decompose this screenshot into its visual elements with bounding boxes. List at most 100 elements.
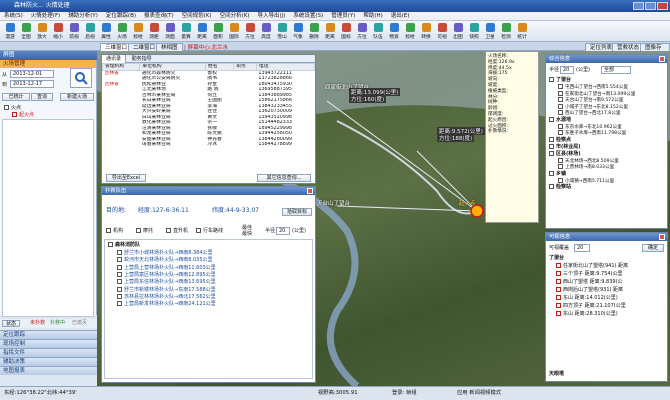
nav-group[interactable]: 了望台 (549, 77, 571, 83)
stats-button[interactable]: 已统计 (2, 93, 30, 101)
nav-group[interactable]: 检察点 (549, 136, 571, 143)
menu-item[interactable]: 报表查询(T) (140, 12, 178, 21)
toolbar-button[interactable]: 属性 (98, 21, 114, 42)
rescue-item[interactable]: 上营局富区林场扑火队→西南12.895公里 (117, 271, 216, 278)
toolbar-button[interactable]: 删除 (306, 21, 322, 42)
item-checkbox[interactable] (558, 164, 563, 169)
left-nav-item[interactable]: 定位跟踪 (0, 330, 97, 339)
menu-item[interactable]: 帮助(H) (359, 12, 386, 21)
rescue-filter[interactable]: 摩托 (136, 228, 153, 234)
menu-item[interactable]: 管理员(Y) (327, 12, 359, 21)
nav-group[interactable]: 水源地 (549, 116, 571, 123)
resource-item[interactable]: 东山 距离:28.310(公里) (556, 311, 618, 317)
status-button[interactable]: 状态 (2, 320, 20, 327)
toolbar-button[interactable]: 检测 (498, 21, 514, 42)
tree-root[interactable]: 火点 (4, 105, 21, 111)
toolbar-button[interactable]: 队伍 (370, 21, 386, 42)
resource-item[interactable]: 任家街北山了望塔(941) 距离 (556, 263, 628, 269)
other-info-button[interactable]: 其它信息查询... (257, 174, 311, 182)
rescue-item[interactable]: 上营局东信林场扑火队→西南13.695公里 (117, 279, 216, 285)
item-checkbox[interactable] (117, 257, 122, 263)
toolbar-button[interactable]: 雪山 (274, 21, 290, 42)
search-button[interactable] (70, 68, 92, 88)
toolbar-button[interactable]: 方位 (354, 21, 370, 42)
toolbar-button[interactable]: 测面 (162, 21, 178, 42)
close-icon[interactable] (307, 188, 313, 194)
tab-duty[interactable]: 勤务指导 (128, 55, 156, 63)
toolbar-button[interactable]: 标绘 (402, 21, 418, 42)
toolbar-button[interactable]: 国际 (226, 21, 242, 42)
group-checkbox[interactable] (549, 143, 554, 149)
group-checkbox[interactable] (549, 150, 554, 156)
toolbar-button[interactable]: 火场 (114, 21, 130, 42)
rescue-item[interactable]: 上营局新发林场扑火队→西南24.121公里 (117, 301, 216, 307)
item-checkbox[interactable] (556, 263, 561, 268)
toolbar-button[interactable]: 后视 (82, 21, 98, 42)
new-fire-button[interactable]: 新建火场 (60, 93, 94, 101)
left-nav-item[interactable]: 辅助决策 (0, 357, 97, 366)
close-icon[interactable] (659, 234, 665, 240)
menu-item[interactable]: 火情处理(F) (27, 12, 64, 21)
option-fast[interactable]: 最快 (242, 231, 252, 237)
tree-child[interactable]: 起火点 (12, 112, 34, 118)
nav-item[interactable]: 上营林场→南8.033公里 (558, 164, 614, 171)
toolbar-button[interactable]: 距离 (322, 21, 338, 42)
rescue-item[interactable]: 上营局上营林场扑火队→西南11.603公里 (117, 264, 216, 271)
toolbar-button[interactable]: 方位 (242, 21, 258, 42)
filter-checkbox[interactable] (196, 228, 201, 233)
item-checkbox[interactable] (558, 130, 563, 135)
toolbar-button[interactable]: 标绘 (130, 21, 146, 42)
close-button[interactable] (657, 2, 668, 10)
toolbar-button[interactable]: 出图 (450, 21, 466, 42)
left-nav-item[interactable]: 现场控制 (0, 339, 97, 348)
resource-item[interactable]: 西山了望塔 距离:9.839(公 (556, 279, 623, 285)
toolbar-button[interactable]: 漫游 (2, 21, 18, 42)
rescue-filter[interactable]: 行车路线 (196, 228, 223, 234)
toolbar-button[interactable]: 放大 (34, 21, 50, 42)
item-checkbox[interactable] (558, 90, 563, 96)
rescue-filter[interactable]: 机构 (106, 228, 123, 234)
menu-item[interactable]: 空间规划(K) (178, 12, 216, 21)
query-button[interactable]: 查询 (31, 93, 53, 101)
close-icon[interactable] (659, 56, 665, 62)
maximize-button[interactable] (645, 2, 656, 10)
toolbar-button[interactable]: 面积 (210, 21, 226, 42)
resource-group-2[interactable]: 天眼塔 (549, 371, 564, 377)
toolbar-button[interactable]: 可视 (434, 21, 450, 42)
item-checkbox[interactable] (556, 287, 561, 292)
rescue-root[interactable]: 森林消防队 (108, 242, 140, 248)
group-checkbox[interactable] (549, 170, 554, 176)
toolbar-button[interactable]: 量算 (178, 21, 194, 42)
rescue-item[interactable]: 蛟河市天北林场扑火队→西南8.035公里 (117, 257, 213, 263)
nav-group[interactable]: 市(林业局) (549, 143, 581, 150)
toolbar-button[interactable]: 测距 (146, 21, 162, 42)
cover-input[interactable]: 20 (574, 244, 590, 252)
toolbar-button[interactable]: 全图 (18, 21, 34, 42)
menu-item[interactable]: 空间分析(K) (216, 12, 254, 21)
tab-forest[interactable]: 林相图 (156, 43, 183, 51)
menu-item[interactable]: 退出(E) (387, 12, 414, 21)
rescue-item[interactable]: 苏林县拉林林场扑火队→西北17.562公里 (117, 293, 216, 300)
menu-item[interactable]: 系统设置(S) (289, 12, 327, 21)
item-checkbox[interactable] (558, 157, 563, 163)
group-checkbox[interactable] (549, 77, 554, 82)
toolbar-button[interactable]: 国标 (338, 21, 354, 42)
resource-item[interactable]: 三个顶子 距离:9.754(公里 (556, 271, 623, 277)
item-checkbox[interactable] (117, 279, 122, 285)
nav-radius-input[interactable]: 20 (560, 66, 574, 74)
group-checkbox[interactable] (549, 136, 554, 142)
item-checkbox[interactable] (558, 110, 563, 115)
item-checkbox[interactable] (558, 103, 563, 109)
item-checkbox[interactable] (558, 84, 563, 89)
item-checkbox[interactable] (556, 311, 561, 316)
resource-item[interactable]: 四方顶子 距离:21.107(公里 (556, 303, 626, 309)
group-checkbox[interactable] (549, 184, 554, 189)
toolbar-button[interactable]: 快照 (466, 21, 482, 42)
toolbar-button[interactable]: 气象 (290, 21, 306, 42)
item-checkbox[interactable] (556, 303, 561, 308)
toolbar-button[interactable]: 转换 (418, 21, 434, 42)
date-to-input[interactable]: 2013-12-17 (10, 80, 54, 88)
toolbar-button[interactable]: 高度 (258, 21, 274, 42)
group-checkbox[interactable] (549, 116, 554, 122)
menu-item[interactable]: 导入导出(J) (253, 12, 289, 21)
